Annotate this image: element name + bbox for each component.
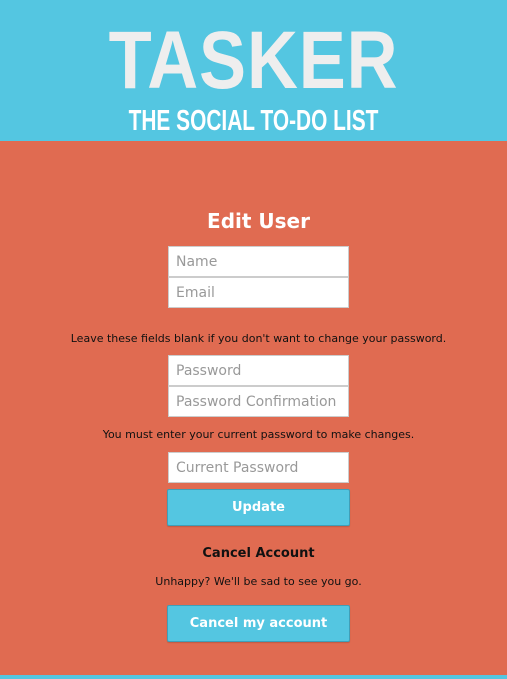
cancel-message: Unhappy? We'll be sad to see you go. [155,575,362,588]
password-input[interactable] [168,355,349,386]
name-input[interactable] [168,246,349,277]
edit-user-section: Edit User Leave these fields blank if yo… [0,141,507,675]
cancel-account-heading: Cancel Account [202,546,315,561]
current-password-input[interactable] [168,452,349,483]
logo-subtitle: THE SOCIAL TO-DO LIST [128,105,379,137]
header: TASKER THE SOCIAL TO-DO LIST [0,0,507,141]
update-button[interactable]: Update [167,489,350,526]
current-password-note: You must enter your current password to … [102,428,415,441]
form-title: Edit User [207,209,310,233]
email-input[interactable] [168,277,349,308]
password-confirmation-input[interactable] [168,386,349,417]
password-note: Leave these fields blank if you don't wa… [70,332,447,345]
footer-strip [0,675,507,679]
cancel-account-button[interactable]: Cancel my account [167,605,350,642]
logo-title: TASKER [108,15,399,106]
